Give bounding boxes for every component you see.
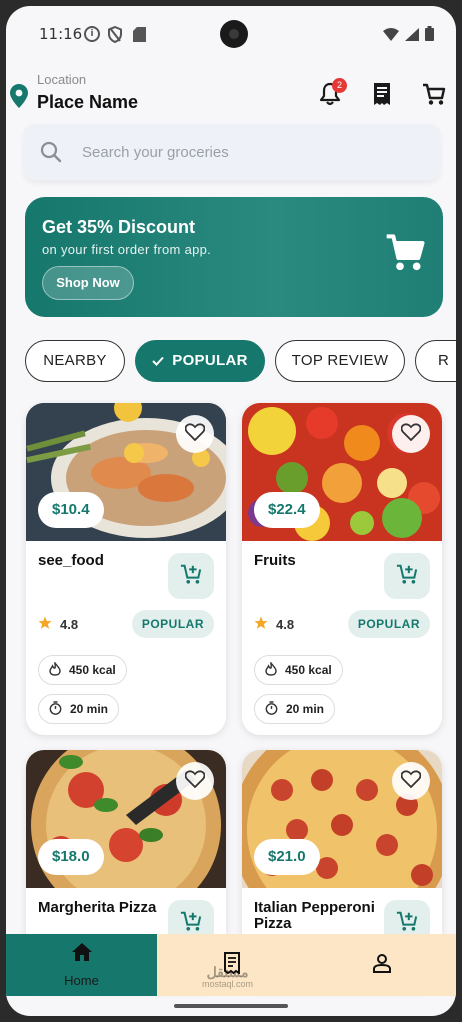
home-icon xyxy=(71,942,93,967)
wifi-icon xyxy=(383,27,399,45)
heart-icon xyxy=(184,422,206,446)
time-value: 20 min xyxy=(70,702,109,716)
orders-button[interactable] xyxy=(368,82,396,110)
add-cart-icon xyxy=(396,563,418,590)
nav-home[interactable]: Home xyxy=(6,934,157,996)
gesture-home-bar[interactable] xyxy=(174,1004,288,1008)
person-icon xyxy=(372,953,392,978)
search-icon xyxy=(40,141,62,168)
time-value: 20 min xyxy=(286,702,325,716)
location-label: Location xyxy=(37,72,87,87)
filter-chip-popular[interactable]: POPULAR xyxy=(135,340,265,382)
location-name: Place Name xyxy=(37,92,139,112)
product-rating: 4.8 xyxy=(254,616,294,633)
battery-icon xyxy=(425,26,434,45)
filter-chip-partial[interactable]: R xyxy=(415,340,456,382)
filter-chips: NEARBY POPULAR TOP REVIEW R xyxy=(25,340,456,384)
timer-icon xyxy=(49,700,62,718)
favorite-button[interactable] xyxy=(176,415,214,453)
rating-value: 4.8 xyxy=(60,617,79,632)
popular-tag: POPULAR xyxy=(347,610,430,638)
promo-subtitle: on your first order from app. xyxy=(42,242,212,257)
star-icon xyxy=(38,616,52,633)
watermark: مستقل mostaql.com xyxy=(202,964,254,990)
star-icon xyxy=(254,616,268,633)
promo-title: Get 35% Discount xyxy=(42,217,196,237)
timer-icon xyxy=(265,700,278,718)
add-cart-icon xyxy=(396,910,418,937)
heart-icon xyxy=(400,769,422,793)
calories-value: 450 kcal xyxy=(69,663,116,677)
search-input[interactable] xyxy=(82,124,422,180)
sim-card-icon xyxy=(133,27,146,46)
calories-value: 450 kcal xyxy=(285,663,332,677)
notifications-button[interactable]: 2 xyxy=(316,78,347,110)
flame-icon xyxy=(265,660,277,679)
favorite-button[interactable] xyxy=(392,415,430,453)
status-time: 11:16 xyxy=(39,25,83,43)
heart-icon xyxy=(400,422,422,446)
status-bar: 11:16 i xyxy=(6,6,456,62)
receipt-icon xyxy=(371,82,393,111)
product-price: $18.0 xyxy=(38,839,104,875)
promo-banner: Get 35% Discount on your first order fro… xyxy=(25,197,443,317)
cart-button[interactable] xyxy=(420,82,448,110)
product-card[interactable]: $10.4 see_food 4.8 POPULAR 450 kcal 20 m… xyxy=(26,403,226,735)
heart-icon xyxy=(184,769,206,793)
add-to-cart-button[interactable] xyxy=(168,553,214,599)
info-icon: i xyxy=(84,26,100,42)
popular-tag: POPULAR xyxy=(131,610,214,638)
location-pin-icon xyxy=(10,84,28,113)
shield-icon xyxy=(108,25,122,47)
front-camera xyxy=(220,20,248,48)
filter-chip-nearby[interactable]: NEARBY xyxy=(25,340,125,382)
time-pill: 20 min xyxy=(254,694,336,724)
signal-icon xyxy=(405,27,419,45)
rating-value: 4.8 xyxy=(276,617,295,632)
check-icon xyxy=(152,342,165,381)
watermark-url: mostaql.com xyxy=(202,979,254,989)
product-name: Margherita Pizza xyxy=(38,899,157,916)
favorite-button[interactable] xyxy=(392,762,430,800)
add-cart-icon xyxy=(180,563,202,590)
add-cart-icon xyxy=(180,910,202,937)
shop-now-button[interactable]: Shop Now xyxy=(42,266,134,300)
calories-pill: 450 kcal xyxy=(38,655,127,685)
app-screen: 11:16 i Location Place Name 2 Search you… xyxy=(6,6,456,1016)
product-price: $10.4 xyxy=(38,492,104,528)
nav-home-label: Home xyxy=(64,973,99,988)
product-card[interactable]: $22.4 Fruits 4.8 POPULAR 450 kcal 20 min xyxy=(242,403,442,735)
time-pill: 20 min xyxy=(38,694,120,724)
product-price: $21.0 xyxy=(254,839,320,875)
add-to-cart-button[interactable] xyxy=(384,553,430,599)
watermark-arabic: مستقل xyxy=(206,964,249,980)
product-name: see_food xyxy=(38,552,104,569)
flame-icon xyxy=(49,660,61,679)
cart-icon xyxy=(422,82,446,111)
product-rating: 4.8 xyxy=(38,616,78,633)
favorite-button[interactable] xyxy=(176,762,214,800)
shopping-cart-icon xyxy=(385,233,425,278)
filter-chip-top-review[interactable]: TOP REVIEW xyxy=(275,340,405,382)
product-name: Italian Pepperoni Pizza xyxy=(254,899,375,932)
product-price: $22.4 xyxy=(254,492,320,528)
filter-chip-label: POPULAR xyxy=(172,352,248,369)
nav-profile[interactable] xyxy=(307,934,456,996)
search-bar[interactable] xyxy=(24,124,440,180)
calories-pill: 450 kcal xyxy=(254,655,343,685)
product-name: Fruits xyxy=(254,552,296,569)
notification-badge: 2 xyxy=(332,78,347,93)
